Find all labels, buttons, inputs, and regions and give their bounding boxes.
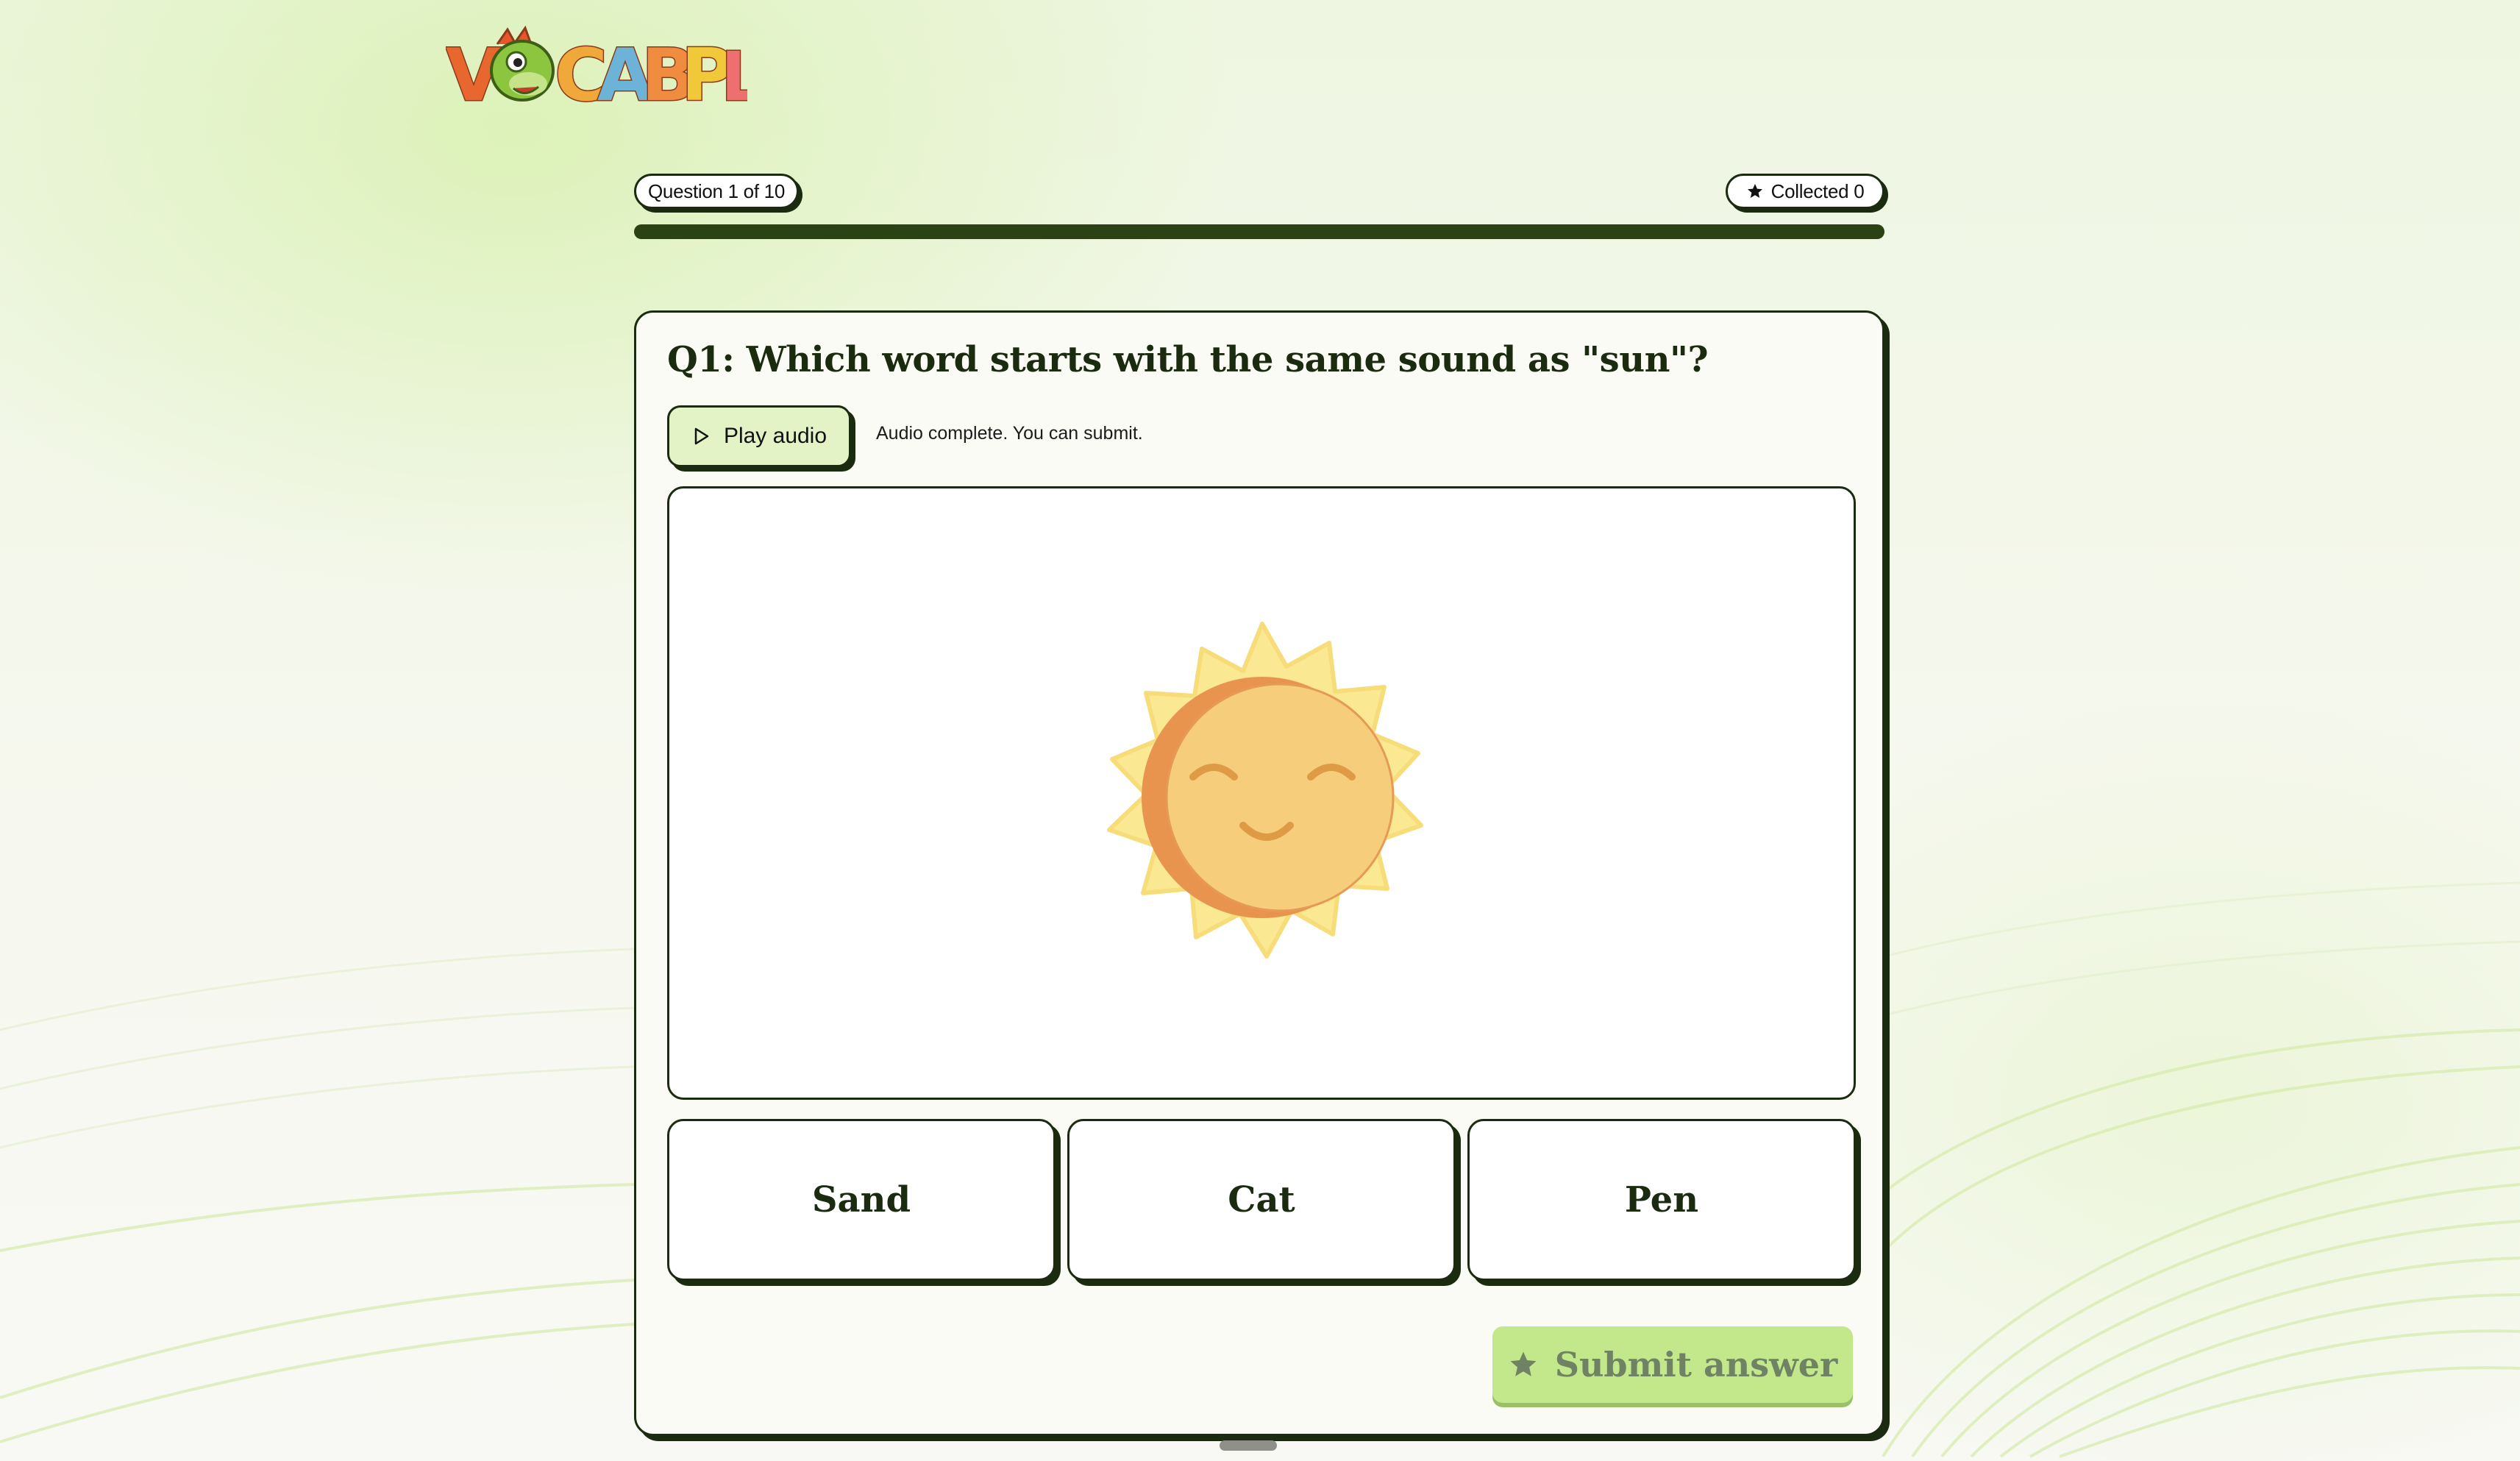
answer-option-pen[interactable]: Pen (1467, 1119, 1856, 1281)
collected-count-text: Collected 0 (1770, 179, 1865, 202)
question-image-frame (667, 486, 1856, 1100)
vocabpal-logo[interactable]: V C A B P L (446, 25, 747, 112)
sun-illustration (1107, 622, 1423, 959)
answer-option-sand[interactable]: Sand (667, 1119, 1056, 1281)
question-counter-badge: Question 1 of 10 (634, 174, 799, 209)
submit-answer-label: Submit answer (1554, 1345, 1838, 1384)
quiz-progress-bar (634, 224, 1884, 239)
question-card: Q1: Which word starts with the same soun… (634, 310, 1884, 1436)
play-icon (694, 427, 709, 445)
answer-options: Sand Cat Pen (667, 1119, 1856, 1284)
collected-badge: Collected 0 (1726, 174, 1884, 209)
question-title: Q1: Which word starts with the same soun… (667, 339, 1709, 380)
play-audio-label: Play audio (723, 424, 827, 448)
audio-status-text: Audio complete. You can submit. (876, 423, 1143, 444)
question-counter-text: Question 1 of 10 (648, 179, 785, 202)
scroll-handle[interactable] (1220, 1440, 1277, 1451)
answer-option-cat[interactable]: Cat (1067, 1119, 1456, 1281)
play-audio-button[interactable]: Play audio (667, 405, 851, 467)
star-icon (1510, 1351, 1537, 1376)
submit-answer-button[interactable]: Submit answer (1492, 1326, 1853, 1403)
svg-text:L: L (721, 38, 747, 112)
star-icon (1747, 184, 1762, 198)
